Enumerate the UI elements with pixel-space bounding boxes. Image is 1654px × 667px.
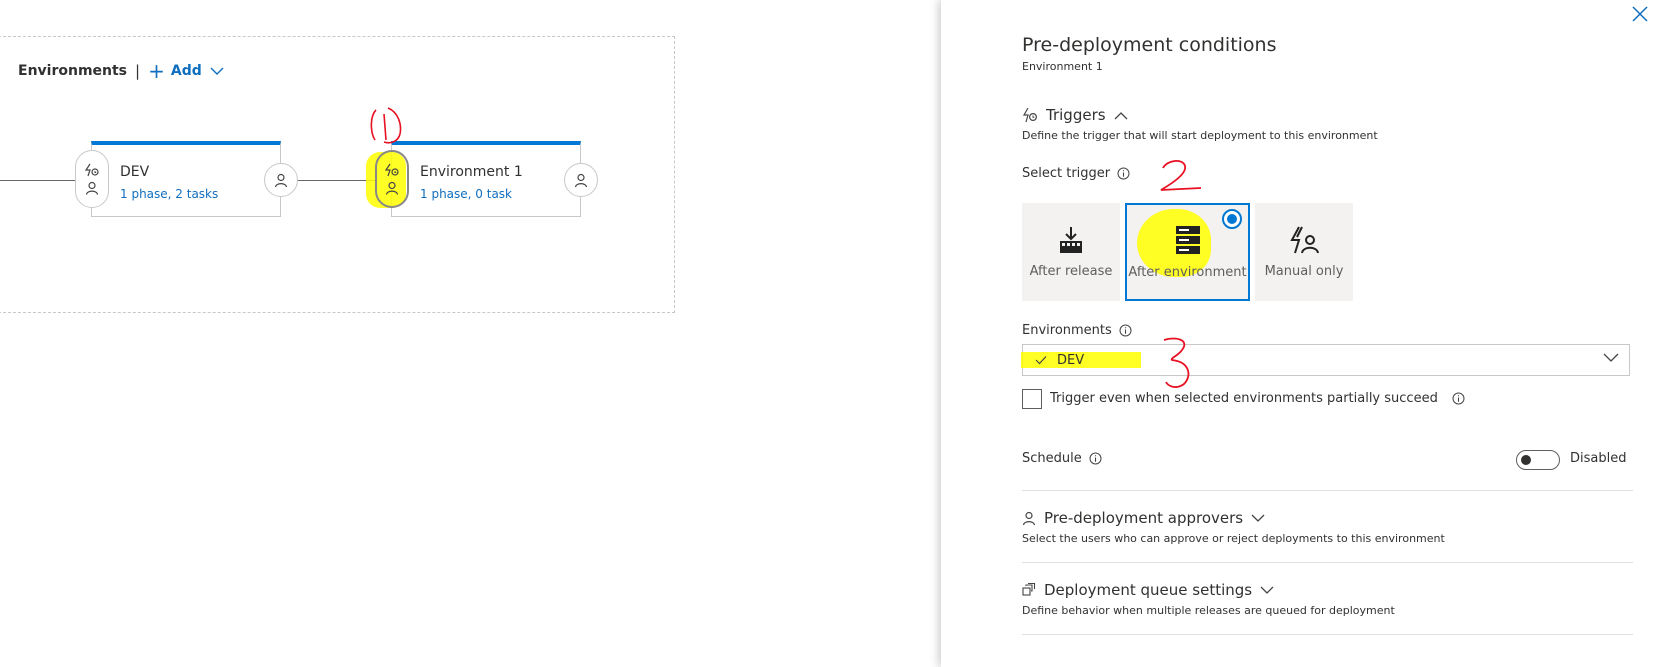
queue-settings-section-header[interactable]: Deployment queue settings (1022, 581, 1274, 599)
stage-summary-link[interactable]: 1 phase, 0 task (420, 187, 512, 201)
panel-title: Pre-deployment conditions (1022, 34, 1277, 56)
server-stack-icon (1175, 225, 1200, 254)
chevron-down-icon (1251, 514, 1265, 522)
plus-icon: + (148, 59, 165, 83)
triggers-section-header[interactable]: Triggers (1022, 106, 1128, 124)
select-trigger-text: Select trigger (1022, 166, 1111, 181)
environments-dropdown[interactable]: DEV (1021, 344, 1630, 376)
trigger-option-manual-only[interactable]: Manual only (1255, 203, 1353, 301)
trigger-option-after-environment[interactable]: After environment (1125, 203, 1250, 301)
environments-header: Environments | + Add (18, 59, 224, 83)
check-icon (1035, 356, 1047, 365)
chevron-down-icon (210, 67, 224, 75)
divider (1022, 490, 1633, 491)
stage-card-dev[interactable]: DEV 1 phase, 2 tasks (91, 141, 281, 217)
select-trigger-label: Select trigger (1022, 166, 1130, 181)
stage-card-environment-1[interactable]: Environment 1 1 phase, 0 task (391, 141, 581, 217)
manual-trigger-icon (1290, 226, 1319, 253)
panel-subtitle: Environment 1 (1022, 60, 1103, 73)
queue-settings-heading: Deployment queue settings (1044, 581, 1253, 599)
environments-label: Environments (1022, 323, 1132, 338)
selected-radio (1222, 209, 1242, 229)
add-label: Add (170, 63, 202, 79)
divider (1022, 634, 1633, 635)
stage-summary-link[interactable]: 1 phase, 2 tasks (120, 187, 218, 201)
artifact-connector (0, 180, 75, 181)
chevron-down-icon (1260, 586, 1274, 594)
close-icon[interactable] (1630, 4, 1650, 24)
trigger-option-after-release[interactable]: After release (1022, 203, 1120, 301)
trigger-icon (84, 163, 99, 177)
queue-settings-description: Define behavior when multiple releases a… (1022, 604, 1395, 617)
selected-environment: DEV (1057, 352, 1085, 368)
schedule-label: Schedule (1022, 451, 1102, 466)
partial-succeed-checkbox[interactable] (1022, 389, 1042, 409)
schedule-toggle[interactable] (1516, 450, 1560, 470)
person-icon (385, 181, 399, 195)
post-deployment-conditions-button[interactable] (564, 163, 598, 197)
trigger-option-label: Manual only (1264, 263, 1344, 279)
release-icon (1060, 226, 1082, 253)
stage-name: DEV (120, 164, 150, 180)
info-icon[interactable] (1119, 324, 1132, 337)
partial-succeed-label: Trigger even when selected environments … (1050, 391, 1465, 406)
post-deployment-conditions-button[interactable] (264, 163, 298, 197)
info-icon[interactable] (1452, 392, 1465, 405)
environments-label-text: Environments (1022, 323, 1112, 338)
environments-title: Environments (18, 63, 128, 79)
trigger-icon (1022, 107, 1038, 123)
pre-deployment-conditions-button[interactable] (75, 150, 109, 208)
chevron-down-icon (1603, 353, 1619, 362)
person-icon (574, 173, 588, 187)
info-icon[interactable] (1117, 167, 1130, 180)
dropdown-selected-value: DEV (1035, 353, 1084, 368)
approvers-section-header[interactable]: Pre-deployment approvers (1022, 509, 1265, 527)
partial-succeed-text: Trigger even when selected environments … (1050, 391, 1438, 406)
header-separator: | (135, 62, 141, 80)
triggers-heading: Triggers (1046, 106, 1106, 124)
person-icon (274, 173, 288, 187)
pipeline-canvas: Environments | + Add DEV 1 phase, 2 task… (0, 0, 935, 667)
trigger-option-label: After environment (1128, 264, 1247, 280)
person-icon (85, 181, 99, 195)
trigger-icon (384, 163, 399, 177)
divider (1022, 562, 1633, 563)
queue-icon (1022, 583, 1036, 596)
add-environment-button[interactable]: + Add (148, 59, 224, 83)
schedule-status: Disabled (1570, 451, 1627, 466)
stage-name: Environment 1 (420, 164, 523, 180)
approvers-heading: Pre-deployment approvers (1044, 509, 1244, 527)
trigger-option-label: After release (1029, 263, 1113, 279)
person-icon (1022, 511, 1036, 525)
pre-deployment-conditions-button[interactable] (375, 150, 409, 208)
info-icon[interactable] (1089, 452, 1102, 465)
triggers-description: Define the trigger that will start deplo… (1022, 129, 1378, 142)
schedule-text: Schedule (1022, 451, 1082, 466)
stage-connector (298, 180, 376, 181)
approvers-description: Select the users who can approve or reje… (1022, 532, 1445, 545)
chevron-up-icon (1114, 111, 1128, 119)
